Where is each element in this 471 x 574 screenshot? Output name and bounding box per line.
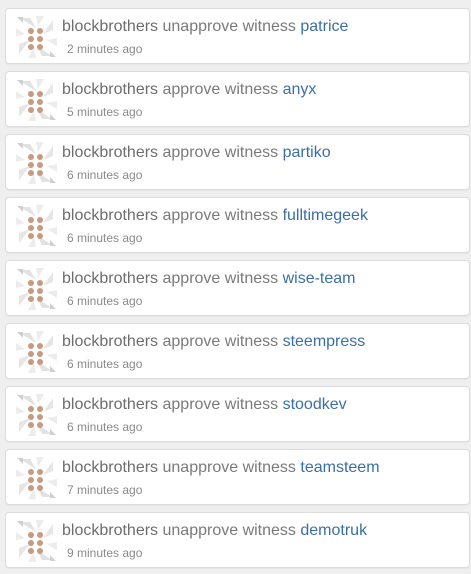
action-text: approve witness [162,207,279,224]
witness-link[interactable]: teamsteem [300,459,379,476]
action-text: approve witness [162,81,279,98]
activity-item: blockbrothers approve witness wise-team … [5,260,470,316]
pinwheel-identicon-icon [14,518,59,564]
action-text: unapprove witness [162,522,296,539]
avatar[interactable] [14,14,59,60]
avatar[interactable] [14,329,59,375]
activity-text: blockbrothers unapprove witness demotruk [62,521,367,541]
action-text: approve witness [162,270,279,287]
activity-text: blockbrothers approve witness anyx [62,80,316,100]
timestamp: 6 minutes ago [67,357,143,371]
actor-username[interactable]: blockbrothers [62,18,158,35]
timestamp: 6 minutes ago [67,168,143,182]
activity-text: blockbrothers approve witness fulltimege… [62,206,368,226]
witness-link[interactable]: steempress [283,333,366,350]
actor-username[interactable]: blockbrothers [62,396,158,413]
activity-item: blockbrothers unapprove witness demotruk… [5,512,470,568]
activity-text: blockbrothers approve witness steempress [62,332,365,352]
action-text: approve witness [162,333,279,350]
pinwheel-identicon-icon [14,392,59,438]
pinwheel-identicon-icon [14,329,59,375]
timestamp: 5 minutes ago [67,105,143,119]
action-text: approve witness [162,144,279,161]
timestamp: 6 minutes ago [67,294,143,308]
activity-text: blockbrothers approve witness stoodkev [62,395,347,415]
activity-item: blockbrothers approve witness partiko 6 … [5,134,470,190]
actor-username[interactable]: blockbrothers [62,270,158,287]
timestamp: 6 minutes ago [67,420,143,434]
pinwheel-identicon-icon [14,140,59,186]
actor-username[interactable]: blockbrothers [62,81,158,98]
activity-text: blockbrothers unapprove witness patrice [62,17,348,37]
witness-link[interactable]: stoodkev [283,396,347,413]
witness-link[interactable]: fulltimegeek [283,207,368,224]
timestamp: 2 minutes ago [67,42,143,56]
actor-username[interactable]: blockbrothers [62,333,158,350]
avatar[interactable] [14,455,59,501]
witness-link[interactable]: partiko [283,144,331,161]
actor-username[interactable]: blockbrothers [62,522,158,539]
activity-item: blockbrothers approve witness stoodkev 6… [5,386,470,442]
pinwheel-identicon-icon [14,77,59,123]
pinwheel-identicon-icon [14,203,59,249]
avatar[interactable] [14,140,59,186]
timestamp: 6 minutes ago [67,231,143,245]
action-text: approve witness [162,396,279,413]
pinwheel-identicon-icon [14,266,59,312]
actor-username[interactable]: blockbrothers [62,459,158,476]
activity-item: blockbrothers approve witness steempress… [5,323,470,379]
activity-item: blockbrothers approve witness anyx 5 min… [5,71,470,127]
activity-feed: blockbrothers unapprove witness patrice … [0,0,471,574]
activity-item: blockbrothers unapprove witness patrice … [5,8,470,64]
avatar[interactable] [14,266,59,312]
pinwheel-identicon-icon [14,14,59,60]
activity-text: blockbrothers approve witness partiko [62,143,331,163]
witness-link[interactable]: anyx [283,81,317,98]
witness-link[interactable]: patrice [300,18,348,35]
witness-link[interactable]: demotruk [300,522,367,539]
witness-link[interactable]: wise-team [283,270,356,287]
avatar[interactable] [14,77,59,123]
activity-item: blockbrothers unapprove witness teamstee… [5,449,470,505]
activity-text: blockbrothers approve witness wise-team [62,269,355,289]
activity-text: blockbrothers unapprove witness teamstee… [62,458,380,478]
avatar[interactable] [14,518,59,564]
avatar[interactable] [14,392,59,438]
timestamp: 7 minutes ago [67,483,143,497]
timestamp: 9 minutes ago [67,546,143,560]
activity-item: blockbrothers approve witness fulltimege… [5,197,470,253]
avatar[interactable] [14,203,59,249]
actor-username[interactable]: blockbrothers [62,207,158,224]
actor-username[interactable]: blockbrothers [62,144,158,161]
action-text: unapprove witness [162,18,296,35]
pinwheel-identicon-icon [14,455,59,501]
action-text: unapprove witness [162,459,296,476]
